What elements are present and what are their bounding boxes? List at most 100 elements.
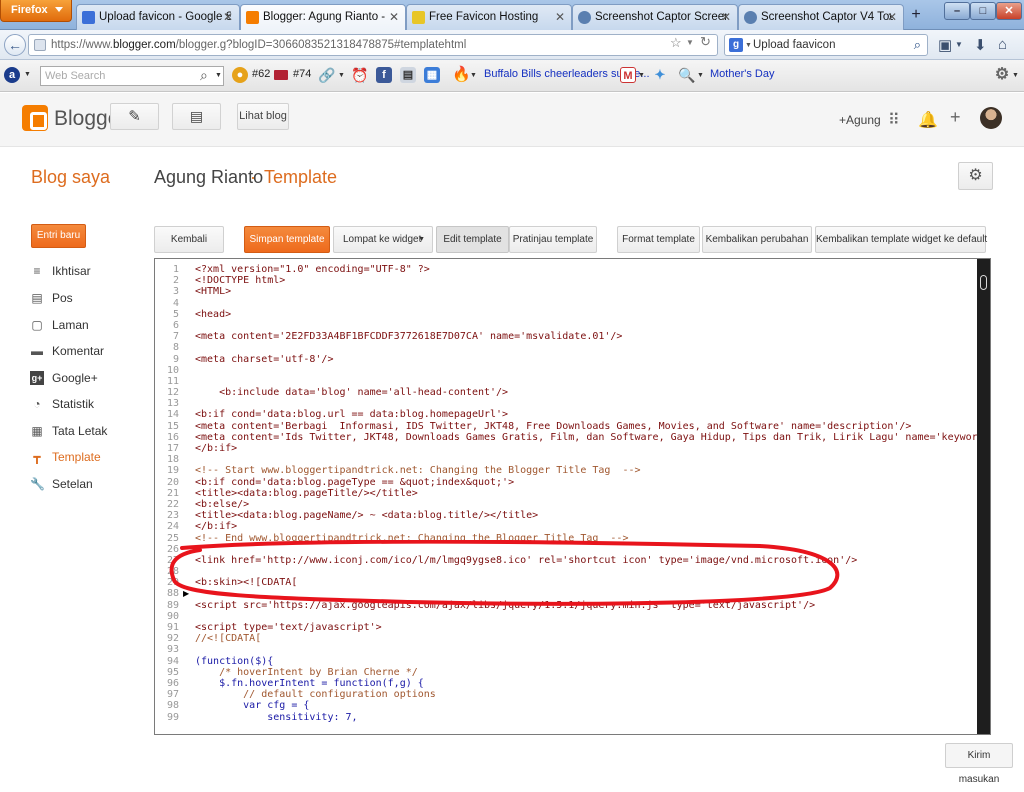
tab-favicon-hosting[interactable]: Free Favicon Hosting ✕	[406, 4, 572, 30]
code-line[interactable]: 7 <meta content='2E2FD33A4BF1BFCDDF377261…	[155, 331, 975, 342]
close-icon[interactable]: ✕	[223, 10, 233, 24]
sidebar-item-comments[interactable]: ▬ Komentar	[30, 341, 104, 361]
link-icon[interactable]: 🔗	[318, 67, 335, 83]
code-line[interactable]: 26	[155, 544, 975, 555]
close-icon[interactable]: ✕	[721, 10, 731, 24]
chevron-down-icon[interactable]: ▼	[215, 72, 222, 79]
code-line[interactable]: 90	[155, 611, 975, 622]
tab-blogger[interactable]: Blogger: Agung Rianto - ✕	[240, 4, 406, 31]
close-icon[interactable]: ✕	[389, 10, 399, 24]
window-minimize-button[interactable]: –	[944, 2, 970, 20]
download-icon[interactable]: ⬇	[974, 36, 987, 54]
chevron-down-icon[interactable]: ▼	[338, 72, 345, 79]
code-line[interactable]: 5 <head>	[155, 309, 975, 320]
google-icon[interactable]: g	[729, 38, 743, 52]
send-feedback-button[interactable]: Kirim masukan	[945, 743, 1013, 785]
code-line[interactable]: 28	[155, 566, 975, 577]
code-line[interactable]: 14 <b:if cond='data:blog.url == data:blog…	[155, 409, 975, 420]
code-line[interactable]: 98 var cfg = {	[155, 700, 975, 711]
code-line[interactable]: 10	[155, 365, 975, 376]
new-tab-button[interactable]: +	[905, 5, 927, 27]
code-line[interactable]: 17 </b:if>	[155, 443, 975, 454]
sidebar-item-posts[interactable]: ▤ Pos	[30, 288, 72, 308]
code-line[interactable]: 6	[155, 320, 975, 331]
code-line[interactable]: 11	[155, 376, 975, 387]
fold-arrow-icon[interactable]: ▶	[183, 589, 189, 598]
code-line[interactable]: 9 <meta charset='utf-8'/>	[155, 354, 975, 365]
bookmark-star-icon[interactable]: ☆	[670, 35, 682, 51]
code-line[interactable]: 97 // default configuration options	[155, 689, 975, 700]
search-input[interactable]: g ▼ Upload faavicon ⌕	[724, 34, 928, 56]
code-line[interactable]: 21 <title><data:blog.pageTitle/></title>	[155, 488, 975, 499]
mothers-day-link[interactable]: Mother's Day	[710, 68, 774, 80]
close-icon[interactable]: ✕	[555, 10, 565, 24]
code-line[interactable]: 2 <!DOCTYPE html>	[155, 275, 975, 286]
gear-icon[interactable]: ⚙	[958, 162, 993, 190]
tab-captor-tour[interactable]: Screenshot Captor V4 Tour ✕	[738, 4, 904, 30]
tab-screencasts[interactable]: Screenshot Captor Screencasts ✕	[572, 4, 738, 30]
jump-to-widget-dropdown[interactable]: Lompat ke widget ▼	[333, 226, 433, 253]
template-code-editor[interactable]: 1 <?xml version="1.0" encoding="UTF-8" ?>…	[154, 258, 991, 735]
search-icon[interactable]: ⌕	[200, 67, 208, 84]
code-line[interactable]: 16 <meta content='Ids Twitter, JKT48, Dow…	[155, 432, 990, 443]
code-line[interactable]: 88	[155, 588, 975, 599]
code-line[interactable]: 89 <script src='https://ajax.googleapis.c…	[155, 600, 975, 611]
sidebar-item-overview[interactable]: ≡ Ikhtisar	[30, 261, 90, 281]
chevron-down-icon[interactable]: ▼	[24, 71, 31, 78]
revert-changes-button[interactable]: Kembalikan perubahan	[702, 226, 812, 253]
code-line[interactable]: 93	[155, 644, 975, 655]
apps-grid-icon[interactable]: ⠿	[888, 110, 900, 130]
edit-template-button[interactable]: Edit template	[436, 226, 509, 253]
back-button[interactable]: Kembali	[154, 226, 224, 253]
code-line[interactable]: 99 sensitivity: 7,	[155, 712, 975, 723]
code-line[interactable]: 95 /* hoverIntent by Brian Cherne */	[155, 667, 975, 678]
code-line[interactable]: 4	[155, 298, 975, 309]
chevron-down-icon[interactable]: ▼	[955, 40, 963, 49]
chevron-down-icon[interactable]: ▼	[697, 72, 704, 79]
my-blogs-link[interactable]: Blog saya	[31, 167, 110, 188]
window-maximize-button[interactable]: □	[970, 2, 996, 20]
document-icon[interactable]: ▦	[424, 67, 440, 83]
back-arrow-icon[interactable]: ←	[4, 34, 26, 56]
editor-scrollbar[interactable]	[977, 259, 990, 734]
code-line[interactable]: 27 <link href='http://www.iconj.com/ico/l…	[155, 555, 975, 566]
blog-name-selector[interactable]: Agung Rianto	[154, 167, 263, 188]
google-plus-profile-link[interactable]: +Agung	[839, 113, 881, 127]
bookmarks-menu-icon[interactable]: ▣	[938, 36, 952, 54]
format-template-button[interactable]: Format template	[617, 226, 700, 253]
code-line[interactable]: 8	[155, 342, 975, 353]
code-area[interactable]: 1 <?xml version="1.0" encoding="UTF-8" ?>…	[155, 264, 990, 723]
code-line[interactable]: 18	[155, 454, 975, 465]
search-person-icon[interactable]: 🔍	[678, 67, 695, 83]
alarm-clock-icon[interactable]: ⏰	[351, 67, 368, 83]
code-line[interactable]: 12 <b:include data='blog' name='all-head…	[155, 387, 975, 398]
site-identity-icon[interactable]	[34, 39, 46, 51]
new-post-button[interactable]: Entri baru	[31, 224, 86, 248]
gmail-icon[interactable]: M	[620, 67, 636, 83]
sidebar-item-stats[interactable]: ◔ Statistik	[30, 394, 94, 414]
alexa-rank-icon[interactable]: ●	[232, 67, 248, 83]
blogger-logo-icon[interactable]	[22, 105, 48, 131]
history-dropdown-icon[interactable]: ▼	[686, 38, 694, 47]
code-line[interactable]: 25 <!-- End www.bloggertipandtrick.net: C…	[155, 533, 975, 544]
sidebar-item-pages[interactable]: ▢ Laman	[30, 315, 88, 335]
ask-toolbar-icon[interactable]: a	[4, 67, 20, 83]
window-close-button[interactable]: ✕	[996, 2, 1022, 20]
home-icon[interactable]: ⌂	[998, 36, 1007, 53]
avatar[interactable]	[980, 107, 1002, 129]
chevron-down-icon[interactable]: ▼	[638, 72, 645, 79]
search-icon[interactable]: ⌕	[914, 37, 921, 53]
chevron-down-icon[interactable]: ▼	[1012, 72, 1019, 79]
code-line[interactable]: 20 <b:if cond='data:blog.pageType == &quo…	[155, 477, 975, 488]
firefox-menu-button[interactable]: Firefox	[0, 0, 72, 22]
sidebar-item-settings[interactable]: 🔧 Setelan	[30, 474, 93, 494]
close-icon[interactable]: ✕	[887, 10, 897, 24]
sparkle-icon[interactable]: ✦	[652, 67, 668, 83]
code-line[interactable]: 23 <title><data:blog.pageName/> ~ <data:b…	[155, 510, 975, 521]
tab-google-search[interactable]: Upload favicon - Google Search ✕	[76, 4, 240, 30]
save-template-button[interactable]: Simpan template	[244, 226, 330, 253]
contact-card-icon[interactable]: ▤	[400, 67, 416, 83]
gear-icon[interactable]: ⚙	[994, 67, 1010, 83]
fire-icon[interactable]: 🔥	[452, 67, 471, 83]
sidebar-item-template[interactable]: ┳ Template	[30, 447, 100, 467]
